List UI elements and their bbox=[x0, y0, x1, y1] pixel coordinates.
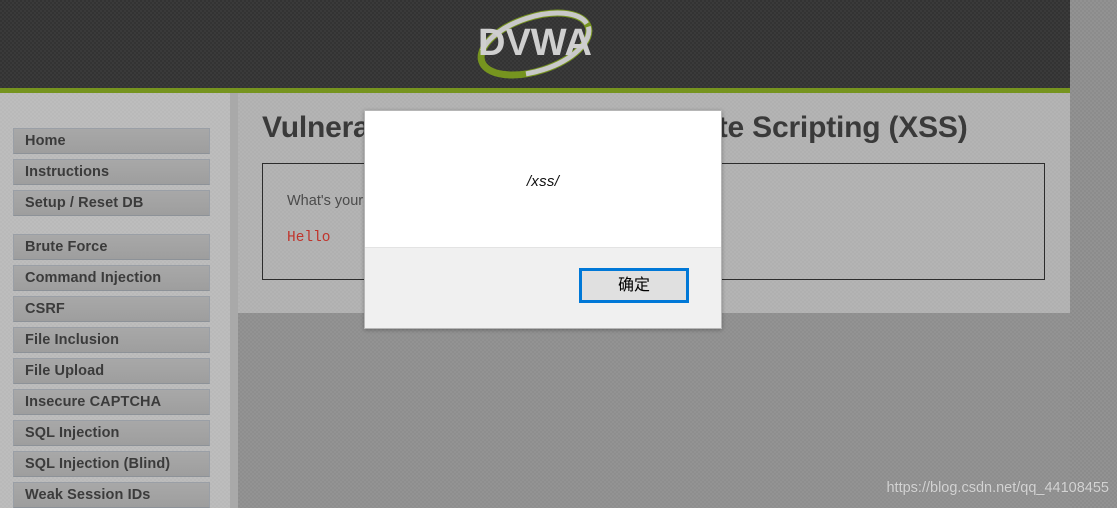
sidebar-item-home[interactable]: Home bbox=[13, 128, 210, 154]
watermark-url: https://blog.csdn.net/qq_44108455 bbox=[886, 480, 1109, 496]
sidebar-item-file-upload[interactable]: File Upload bbox=[13, 358, 210, 384]
dvwa-logo-text: DVWA bbox=[478, 22, 592, 64]
sidebar-item-brute-force[interactable]: Brute Force bbox=[13, 234, 210, 260]
sidebar-item-instructions[interactable]: Instructions bbox=[13, 159, 210, 185]
page-bottom-filler bbox=[238, 313, 1070, 508]
javascript-alert-dialog: /xss/ 确定 bbox=[364, 110, 722, 329]
sidebar-item-csrf[interactable]: CSRF bbox=[13, 296, 210, 322]
sidebar-item-insecure-captcha[interactable]: Insecure CAPTCHA bbox=[13, 389, 210, 415]
alert-dialog-footer: 确定 bbox=[365, 247, 721, 328]
sidebar-item-sql-injection-blind[interactable]: SQL Injection (Blind) bbox=[13, 451, 210, 477]
dvwa-logo: DVWA bbox=[455, 2, 615, 86]
sidebar-item-file-inclusion[interactable]: File Inclusion bbox=[13, 327, 210, 353]
page-shell: DVWA Home Instructions Setup / Reset DB … bbox=[0, 0, 1070, 508]
sidebar-item-sql-injection[interactable]: SQL Injection bbox=[13, 420, 210, 446]
sidebar-item-command-injection[interactable]: Command Injection bbox=[13, 265, 210, 291]
sidebar-group-vulnerabilities: Brute Force Command Injection CSRF File … bbox=[0, 234, 230, 508]
sidebar-group-primary: Home Instructions Setup / Reset DB bbox=[0, 128, 230, 216]
xss-reflected-output: Hello bbox=[287, 230, 331, 246]
alert-dialog-body: /xss/ bbox=[365, 111, 721, 247]
alert-message-text: /xss/ bbox=[526, 173, 560, 190]
sidebar-item-weak-session-ids[interactable]: Weak Session IDs bbox=[13, 482, 210, 508]
site-header: DVWA bbox=[0, 0, 1070, 88]
outside-page-gutter bbox=[1070, 0, 1117, 508]
alert-ok-button[interactable]: 确定 bbox=[579, 268, 689, 303]
sidebar-item-setup-reset-db[interactable]: Setup / Reset DB bbox=[13, 190, 210, 216]
sidebar-divider bbox=[230, 93, 238, 508]
sidebar-nav: Home Instructions Setup / Reset DB Brute… bbox=[0, 93, 230, 508]
